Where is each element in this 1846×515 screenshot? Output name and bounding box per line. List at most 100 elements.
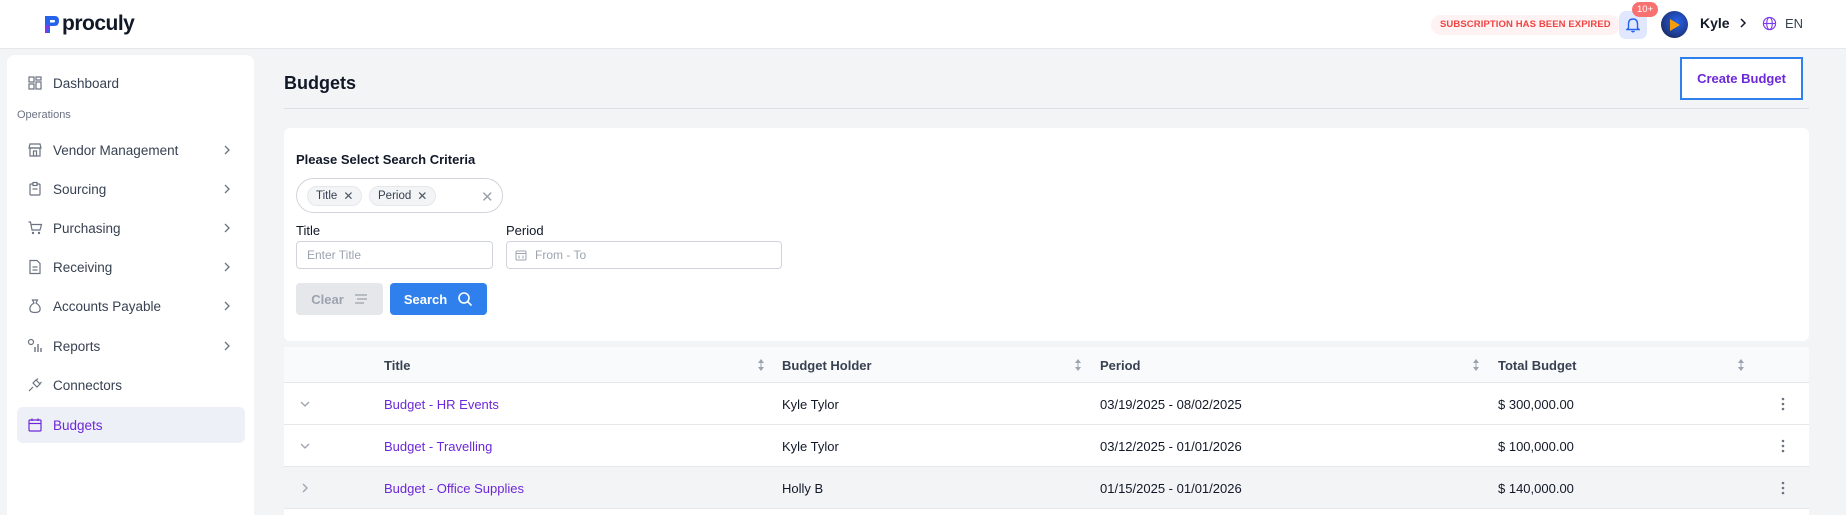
brand-name: proculy [62,12,135,35]
chevron-right-icon [224,262,230,272]
column-header-budget-holder[interactable]: Budget Holder [782,358,872,373]
sidebar-item-label: Connectors [53,377,123,393]
sidebar-item-sourcing[interactable]: Sourcing [17,171,245,207]
sidebar-item-label: Reports [53,338,101,354]
chevron-right-icon [224,341,230,351]
sidebar-item-purchasing[interactable]: Purchasing [17,210,245,246]
user-name[interactable]: Kyle [1700,15,1730,31]
sidebar-item-reports[interactable]: Reports [17,328,245,364]
criteria-chip-period[interactable]: Period ✕ [369,186,437,206]
dashboard-icon [28,76,42,90]
chevron-right-icon [224,145,230,155]
chevron-right-icon [224,184,230,194]
search-criteria-panel: Please Select Search Criteria Title ✕ Pe… [284,128,1809,341]
more-actions-icon[interactable] [1775,438,1791,454]
period-field-label: Period [506,223,544,238]
chevron-down-icon[interactable] [298,439,312,453]
top-bar: proculy SUBSCRIPTION HAS BEEN EXPIRED 10… [0,0,1846,49]
sidebar-item-label: Dashboard [53,75,120,91]
search-button[interactable]: Search [390,283,487,315]
budget-title-link[interactable]: Budget - HR Events [384,397,499,412]
bell-icon [1626,17,1640,32]
criteria-chip-title[interactable]: Title ✕ [307,186,363,206]
chevron-right-icon [224,301,230,311]
sidebar-item-accounts-payable[interactable]: Accounts Payable [17,288,245,324]
document-icon [29,259,41,275]
create-budget-button[interactable]: Create Budget [1680,57,1803,100]
table-row[interactable]: Budget - Travelling Kyle Tylor 03/12/202… [284,425,1809,467]
chip-label: Period [378,190,412,202]
sort-icon[interactable] [1736,358,1746,372]
title-field-label: Title [296,223,321,238]
sort-icon[interactable] [1471,358,1481,372]
remove-chip-icon[interactable]: ✕ [417,189,427,203]
title-divider [284,108,1809,109]
chevron-right-icon [224,223,230,233]
chip-label: Title [316,190,338,202]
search-button-label: Search [403,291,448,307]
criteria-select[interactable]: Title ✕ Period ✕ ✕ [296,178,503,213]
sidebar-item-label: Accounts Payable [53,298,162,314]
clear-button[interactable]: Clear [296,283,383,315]
sidebar-item-label: Sourcing [53,181,107,197]
table-header: Title Budget Holder Period Total Budget [284,347,1809,383]
sidebar-item-label: Budgets [53,417,103,433]
sidebar-item-label: Vendor Management [53,142,179,158]
report-chart-icon [27,338,42,352]
budget-total: $ 140,000.00 [1498,481,1574,496]
subscription-status-badge: SUBSCRIPTION HAS BEEN EXPIRED [1431,15,1620,35]
chevron-down-icon[interactable] [298,397,312,411]
calendar-icon [515,250,527,261]
calendar-budget-icon [28,418,42,432]
sidebar-item-label: Purchasing [53,220,121,236]
chevron-right-icon[interactable] [1736,16,1750,30]
period-placeholder: From - To [535,248,587,262]
budget-period: 03/19/2025 - 08/02/2025 [1100,397,1242,412]
title-input[interactable] [296,241,493,269]
store-icon [28,143,42,157]
sidebar-section-operations: Operations [17,109,71,121]
budget-period: 01/15/2025 - 01/01/2026 [1100,481,1242,496]
budget-holder: Kyle Tylor [782,439,839,454]
budget-holder: Kyle Tylor [782,397,839,412]
chevron-right-icon[interactable] [298,481,312,495]
sidebar-item-connectors[interactable]: Connectors [17,367,245,403]
filter-lines-icon [354,294,367,304]
budget-title-link[interactable]: Budget - Office Supplies [384,481,524,496]
sidebar-item-label: Receiving [53,259,113,275]
page-title: Budgets [284,73,356,93]
sidebar-item-budgets[interactable]: Budgets [17,407,245,443]
column-header-title[interactable]: Title [384,358,411,373]
budget-total: $ 300,000.00 [1498,397,1574,412]
remove-chip-icon[interactable]: ✕ [343,189,353,203]
budgets-table: Title Budget Holder Period Total Budget … [284,347,1809,515]
column-header-total-budget[interactable]: Total Budget [1498,358,1576,373]
sort-icon[interactable] [1073,358,1083,372]
sidebar: Dashboard Operations Vendor Management S… [7,55,254,515]
user-avatar[interactable] [1661,11,1688,38]
table-row[interactable]: Budget - Office Supplies Holly B 01/15/2… [284,467,1809,509]
table-row[interactable]: Budget - HR Events Kyle Tylor 03/19/2025… [284,383,1809,425]
budget-period: 03/12/2025 - 01/01/2026 [1100,439,1242,454]
budget-total: $ 100,000.00 [1498,439,1574,454]
period-date-range-input[interactable]: From - To [506,241,782,269]
money-bag-icon [29,299,41,314]
notification-count-badge: 10+ [1632,2,1659,17]
more-actions-icon[interactable] [1775,396,1791,412]
more-actions-icon[interactable] [1775,480,1791,496]
clipboard-icon [29,181,41,196]
language-selector[interactable]: EN [1785,16,1803,31]
column-header-period[interactable]: Period [1100,358,1140,373]
brand-logo[interactable]: proculy [42,12,135,36]
budget-title-link[interactable]: Budget - Travelling [384,439,492,454]
sidebar-item-vendor-management[interactable]: Vendor Management [17,132,245,168]
cart-icon [28,221,43,235]
clear-criteria-icon[interactable]: ✕ [481,188,494,206]
sort-icon[interactable] [756,358,766,372]
globe-icon[interactable] [1762,16,1777,31]
clear-button-label: Clear [311,291,344,307]
search-criteria-title: Please Select Search Criteria [296,152,476,167]
sidebar-item-receiving[interactable]: Receiving [17,249,245,285]
sidebar-item-dashboard[interactable]: Dashboard [17,65,245,101]
budget-holder: Holly B [782,481,824,496]
